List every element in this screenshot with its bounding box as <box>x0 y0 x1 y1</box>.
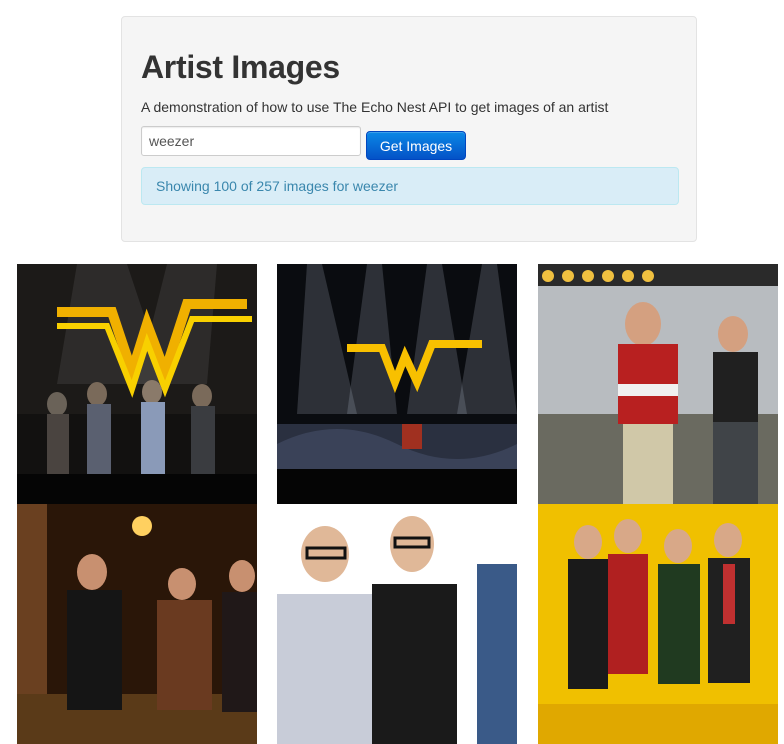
artist-image-2[interactable] <box>277 264 517 504</box>
artist-image-2-graphic <box>277 264 517 504</box>
artist-image-4-graphic <box>17 504 257 744</box>
artist-image-5-graphic <box>277 504 517 744</box>
artist-image-4[interactable] <box>17 504 257 744</box>
page-description: A demonstration of how to use The Echo N… <box>141 99 609 115</box>
status-alert: Showing 100 of 257 images for weezer <box>141 167 679 205</box>
artist-image-1[interactable] <box>17 264 257 504</box>
hero-panel: Artist Images A demonstration of how to … <box>121 16 697 242</box>
artist-image-3[interactable] <box>538 264 778 504</box>
artist-image-6-graphic <box>538 504 778 744</box>
artist-image-3-graphic <box>538 264 778 504</box>
artist-image-6[interactable] <box>538 504 778 744</box>
artist-search-input[interactable] <box>141 126 361 156</box>
artist-image-5[interactable] <box>277 504 517 744</box>
get-images-button[interactable]: Get Images <box>366 131 466 160</box>
page-title: Artist Images <box>141 49 340 85</box>
artist-image-1-graphic <box>17 264 257 504</box>
